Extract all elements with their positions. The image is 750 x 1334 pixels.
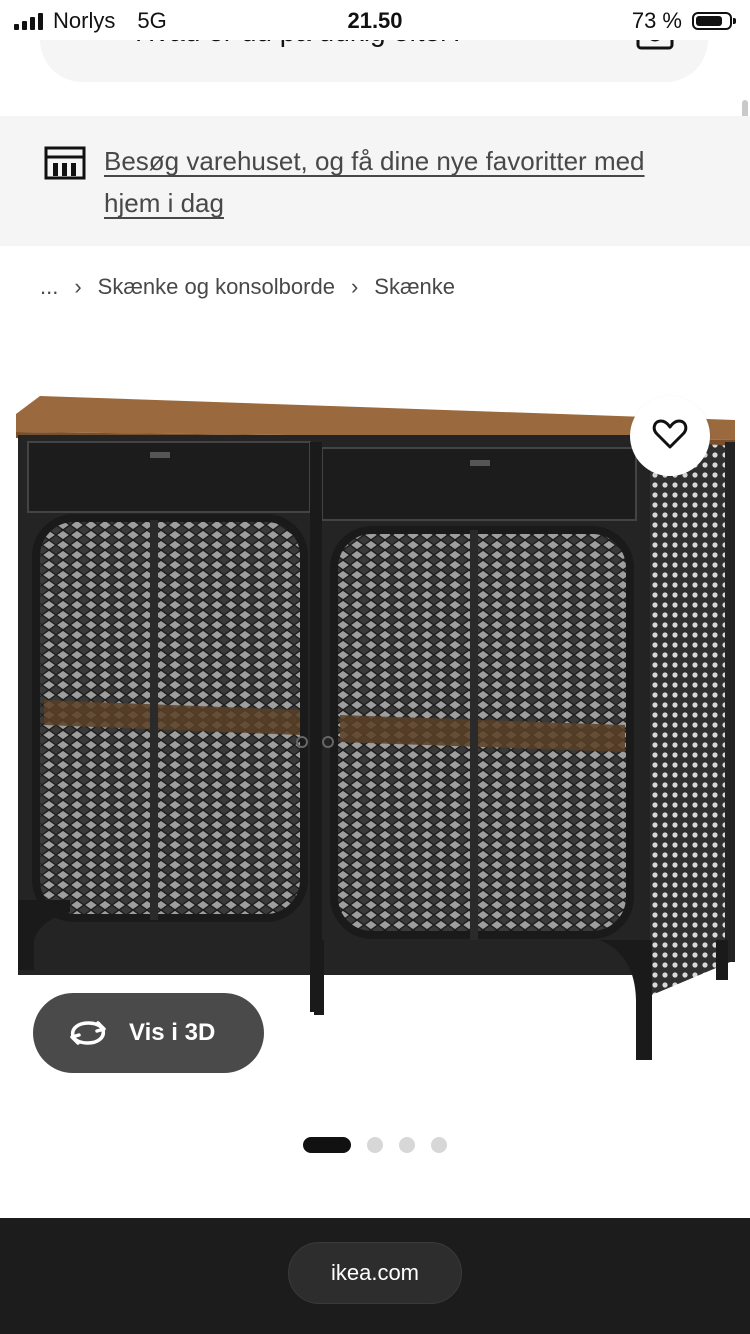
- chevron-right-icon: ›: [350, 274, 359, 299]
- carousel-dot[interactable]: [367, 1137, 383, 1153]
- breadcrumb-item-ellipsis[interactable]: ...: [40, 274, 58, 300]
- battery-icon: [692, 12, 736, 30]
- status-bar: Norlys 5G 21.50 73 %: [0, 0, 750, 40]
- store-icon: [44, 146, 86, 185]
- product-image[interactable]: [0, 380, 750, 1080]
- battery-percent: 73 %: [631, 8, 682, 33]
- carousel-indicator: [303, 1137, 447, 1153]
- store-banner[interactable]: Besøg varehuset, og få dine nye favoritt…: [0, 116, 750, 246]
- heart-icon: [652, 418, 688, 455]
- chevron-right-icon: ›: [74, 274, 82, 299]
- rotate-3d-icon: [67, 1018, 109, 1048]
- browser-bottom-bar: ikea.com: [0, 1218, 750, 1334]
- battery-status: 73 %: [631, 8, 736, 34]
- carousel-dot[interactable]: [431, 1137, 447, 1153]
- store-banner-link[interactable]: Besøg varehuset, og få dine nye favoritt…: [104, 140, 704, 224]
- favorite-button[interactable]: [630, 396, 710, 476]
- carousel-dot-active[interactable]: [303, 1137, 351, 1153]
- address-bar[interactable]: ikea.com: [288, 1242, 462, 1304]
- breadcrumb-item-sideboards-consoles[interactable]: Skænke og konsolborde: [98, 274, 335, 300]
- breadcrumb: ... › Skænke og konsolborde › Skænke: [40, 274, 455, 300]
- view-in-3d-button[interactable]: Vis i 3D: [33, 993, 264, 1073]
- view-in-3d-label: Vis i 3D: [129, 1019, 216, 1046]
- carousel-dot[interactable]: [399, 1137, 415, 1153]
- breadcrumb-item-sideboards[interactable]: Skænke: [374, 274, 455, 300]
